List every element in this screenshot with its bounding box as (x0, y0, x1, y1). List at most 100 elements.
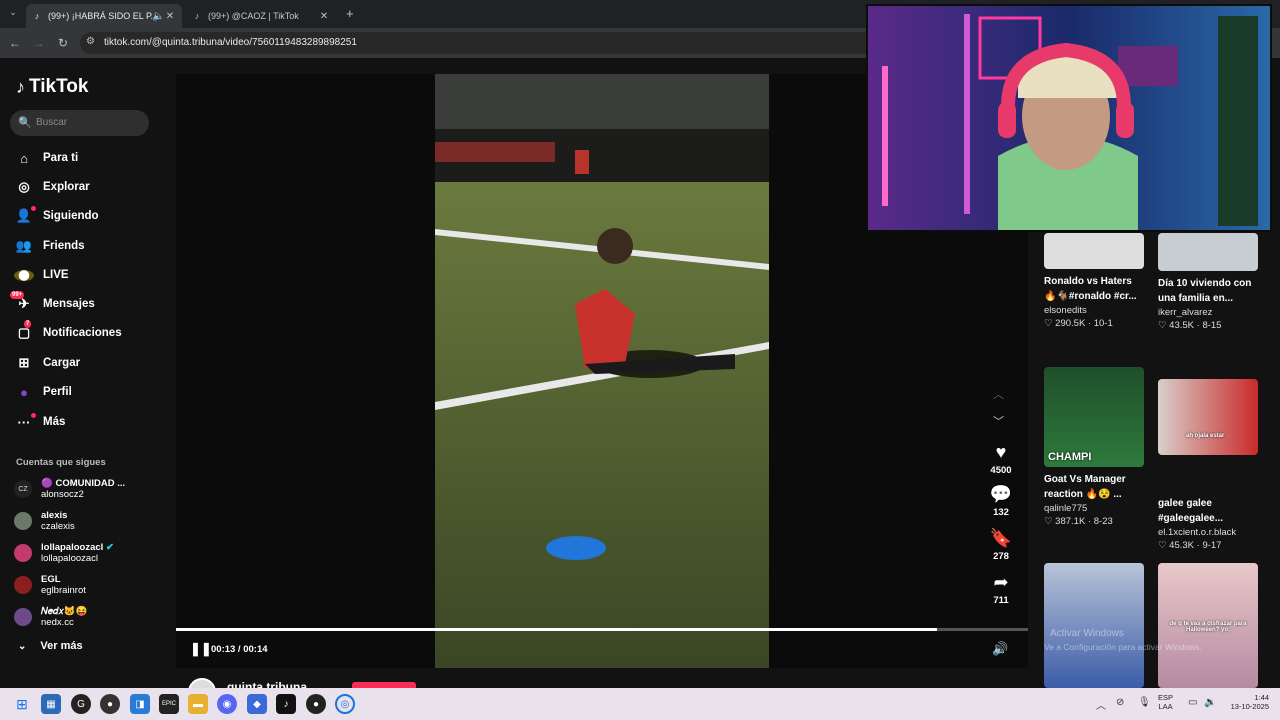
app-icon[interactable]: ◆ (247, 694, 267, 714)
video-thumbnail[interactable] (1044, 233, 1144, 269)
speaker-icon[interactable]: 🔈 (152, 11, 164, 22)
recommendation-card[interactable]: Ronaldo vs Haters 🔥🐐#ronaldo #cr... elson… (1044, 233, 1144, 329)
task-view-icon[interactable]: ▦ (41, 694, 61, 714)
new-tab-button[interactable]: + (346, 6, 360, 21)
file-explorer-icon[interactable]: ▬ (188, 694, 208, 714)
rec-meta: ♡ 290.5K · 10-1 (1044, 318, 1113, 329)
keyboard-layout: LAA (1158, 702, 1173, 711)
video-thumbnail[interactable]: de q te vas a disfrazar para Halloween? … (1158, 563, 1258, 688)
account-name: lollapaloozacl ✔ (41, 542, 114, 553)
nav-mensajes[interactable]: ✈ 99+ Mensajes (10, 291, 95, 315)
rec-user[interactable]: ikerr_alvarez (1158, 307, 1258, 318)
following-item[interactable]: CZ 🟣 COMUNIDAD ... alonsocz2 (14, 477, 125, 501)
recommendation-card[interactable]: CHAMPI Goat Vs Manager reaction 🔥😵 ... qa… (1044, 367, 1144, 527)
close-tab-icon[interactable]: ✕ (318, 11, 330, 22)
rec-title-line: Ronaldo vs Haters (1044, 276, 1132, 287)
rec-title-line: Día 10 viviendo con (1158, 278, 1252, 289)
nav-para-ti[interactable]: ⌂ Para ti (14, 147, 78, 169)
heart-icon: ♡ (1044, 516, 1053, 527)
nav-cargar[interactable]: ⊞ Cargar (14, 352, 81, 374)
recommendation-card[interactable]: Día 10 viviendo con una familia en... ike… (1158, 233, 1258, 331)
pause-button[interactable]: ❚❚ (190, 641, 212, 657)
nav-explorar[interactable]: ◎ Explorar (14, 176, 90, 198)
recommendation-card[interactable]: ah ojala estar galee galee #galeegalee...… (1158, 379, 1258, 551)
tray-chevron-icon[interactable]: ︿ (1096, 697, 1106, 712)
rec-title-line: reaction 🔥😵 ... (1044, 488, 1122, 500)
following-item[interactable]: EGL eglbrainrot (14, 573, 86, 597)
app-icon[interactable]: ● (100, 694, 120, 714)
following-item[interactable]: lollapaloozacl ✔ lollapaloozacl (14, 541, 114, 565)
network-icon[interactable]: ⊘ (1116, 697, 1124, 708)
video-thumbnail[interactable]: CHAMPI (1044, 367, 1144, 467)
account-handle: nedx.cc (41, 617, 74, 628)
rec-user[interactable]: el.1xcient.o.r.black (1158, 527, 1258, 538)
volume-icon[interactable]: 🔉 (1204, 697, 1216, 708)
microphone-icon[interactable]: 🎙 (1138, 697, 1151, 708)
rec-title-line: #galeegalee... (1158, 512, 1224, 524)
live-icon: ⬤ (14, 269, 34, 281)
display-icon[interactable]: ▭ (1188, 697, 1197, 708)
video-thumbnail[interactable] (1044, 563, 1144, 688)
epic-games-icon[interactable]: EPIC (159, 694, 179, 714)
close-tab-icon[interactable]: ✕ (164, 11, 176, 22)
windows-start-icon[interactable]: ⊞ (12, 694, 32, 714)
chrome-icon[interactable]: ◎ (335, 694, 355, 714)
clock[interactable]: 1:44 13-10-2025 (1225, 693, 1269, 711)
recommendation-card[interactable]: de q te vas a disfrazar para Halloween? … (1158, 563, 1258, 688)
rec-date: 8-23 (1093, 516, 1113, 527)
tab-search-icon[interactable]: ⌄ (6, 7, 20, 21)
nav-siguiendo[interactable]: 👤 Siguiendo (14, 205, 99, 227)
rec-date: 9-17 (1202, 540, 1222, 551)
following-item[interactable]: alexis czalexis (14, 509, 75, 533)
rec-meta: ♡ 387.1K · 8-23 (1044, 516, 1113, 527)
app-icon[interactable]: ◨ (130, 694, 150, 714)
nav-friends[interactable]: 👥 Friends (14, 235, 85, 257)
nav-label: Mensajes (43, 298, 95, 310)
browser-tab[interactable]: ♪ (99+) @CAOZ | TikTok ✕ (186, 4, 336, 28)
account-handle: eglbrainrot (41, 585, 86, 596)
rec-date: 10-1 (1093, 318, 1113, 329)
progress-fill (176, 628, 937, 631)
nav-notificaciones[interactable]: ▢ 7 Notificaciones (14, 320, 122, 344)
comment-button[interactable]: 💬 132 (986, 484, 1016, 518)
discord-icon[interactable]: ◉ (217, 694, 237, 714)
avatar (14, 544, 32, 562)
forward-button[interactable]: → (30, 34, 48, 52)
like-button[interactable]: ♥ 4500 (986, 442, 1016, 476)
video-thumbnail[interactable]: ah ojala estar (1158, 379, 1258, 455)
bookmark-icon: 🔖 (989, 528, 1013, 548)
video-frame[interactable] (435, 74, 769, 668)
recommendation-card[interactable] (1044, 563, 1144, 688)
rec-title-line: 🔥🐐#ronaldo #cr... (1044, 290, 1137, 302)
nav-perfil[interactable]: ● Perfil (14, 381, 72, 403)
activate-windows-title: Activar Windows (1050, 628, 1124, 639)
message-icon: ✈ 99+ (10, 291, 30, 311)
site-info-icon[interactable]: ⚙ (86, 36, 95, 47)
nav-label: Explorar (43, 181, 90, 193)
rec-user[interactable]: qalinle775 (1044, 503, 1144, 514)
tiktok-logo[interactable]: ♪ TikTok (16, 76, 88, 98)
rec-title: Ronaldo vs Haters 🔥🐐#ronaldo #cr... (1044, 275, 1144, 304)
tiktok-icon[interactable]: ♪ (276, 694, 296, 714)
back-button[interactable]: ← (6, 34, 24, 52)
volume-button[interactable]: 🔊 (992, 641, 1008, 657)
nav-mas[interactable]: ··· Más (14, 411, 65, 433)
browser-tab-active[interactable]: ♪ (99+) ¡HABRÁ SIDO EL PAST 🔈 ✕ (26, 4, 182, 28)
following-item[interactable]: 𝑁𝑒𝑑𝑥🐱😝 nedx.cc (14, 605, 87, 629)
see-more-button[interactable]: ⌄ Ver más (18, 640, 83, 652)
video-thumbnail[interactable] (1158, 233, 1258, 271)
tiktok-icon: ♪ (34, 11, 40, 21)
reload-button[interactable]: ↻ (54, 34, 72, 52)
share-button[interactable]: ➦ 711 (986, 572, 1016, 606)
next-video-button[interactable]: ﹀ (993, 413, 1004, 429)
nav-label: Perfil (43, 386, 72, 398)
app-icon[interactable]: ● (306, 694, 326, 714)
save-button[interactable]: 🔖 278 (986, 528, 1016, 562)
nav-label: LIVE (43, 269, 69, 281)
nav-live[interactable]: ⬤ LIVE (14, 264, 69, 286)
rec-user[interactable]: elsonedits (1044, 305, 1144, 316)
heart-icon: ♥ (995, 442, 1007, 462)
app-icon[interactable]: G (71, 694, 91, 714)
previous-video-button[interactable]: ︿ (993, 386, 1004, 402)
language-indicator[interactable]: ESP LAA (1158, 693, 1173, 711)
